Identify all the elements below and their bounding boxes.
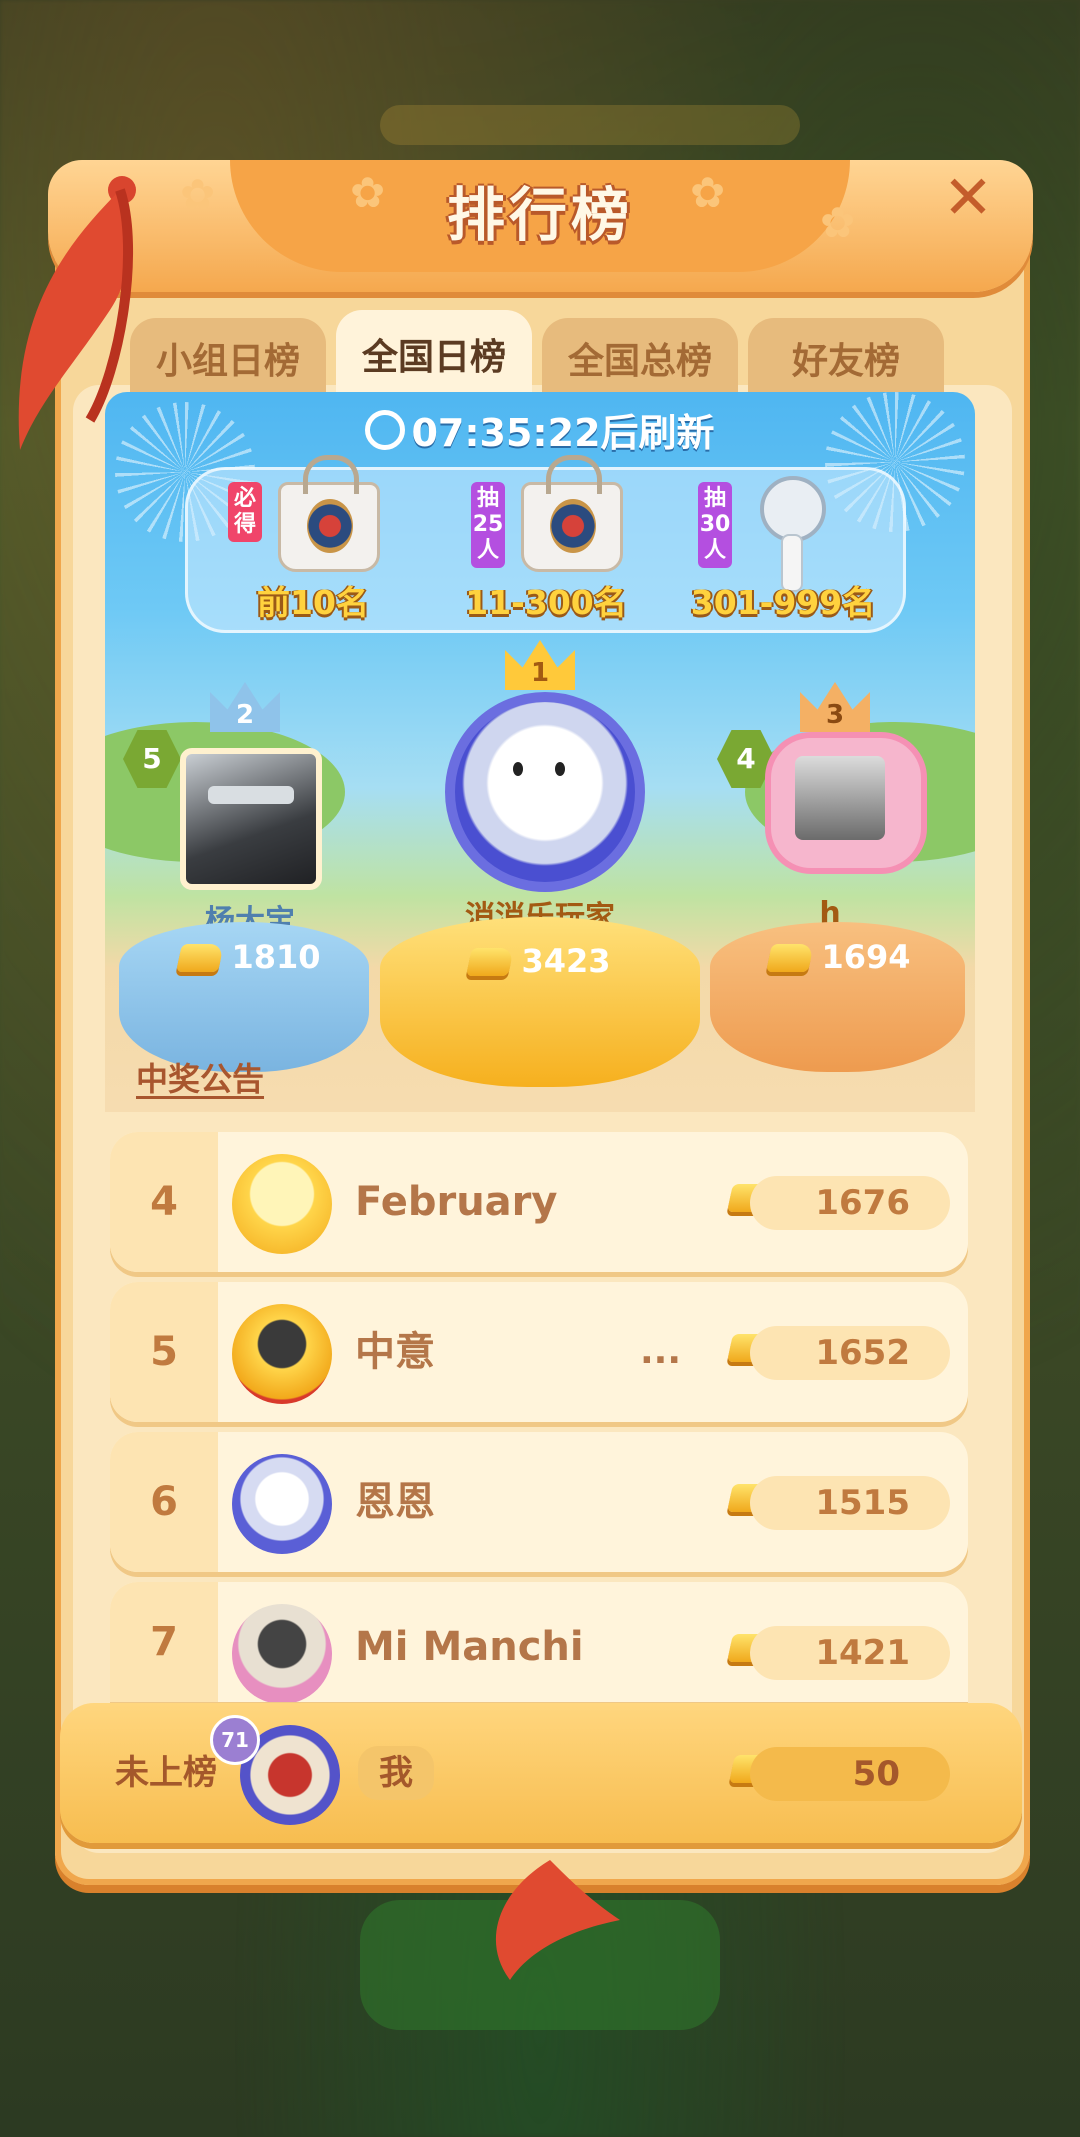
list-item[interactable]: 7 Mi Manchi 1421 xyxy=(110,1582,968,1702)
name-ellipsis: ... xyxy=(640,1331,682,1372)
prize-tier-11-300: 抽25人 11-300名 xyxy=(441,455,651,630)
list-item[interactable]: 6 恩恩 1515 xyxy=(110,1432,968,1572)
rank-number: 6 xyxy=(110,1432,218,1572)
rank-number: 5 xyxy=(110,1282,218,1422)
background-banner xyxy=(380,105,800,145)
rank-number: 7 xyxy=(110,1582,218,1702)
bag-icon xyxy=(521,455,623,572)
player-score: 1421 xyxy=(750,1626,950,1680)
rank-3-avatar[interactable] xyxy=(765,732,927,874)
podium-stage: 07:35:22后刷新 必得 前10名 抽25人 11-300名 抽30人 30… xyxy=(105,392,975,1112)
leaderboard-list: 4 February 1676 5 中意 ... 1652 6 恩恩 1515 … xyxy=(110,1132,968,1712)
my-name: 我 xyxy=(358,1746,434,1800)
avatar xyxy=(232,1454,332,1554)
prize-badge: 抽25人 xyxy=(471,482,505,568)
player-name: Mi Manchi xyxy=(355,1624,584,1670)
player-name: 中意 xyxy=(355,1329,435,1375)
rank-3-crown-icon: 3 xyxy=(795,682,875,732)
rank-1-avatar[interactable] xyxy=(445,692,645,892)
clock-icon xyxy=(365,410,406,450)
winner-announcement-link[interactable]: 中奖公告 xyxy=(136,1054,264,1100)
rank-2-avatar[interactable] xyxy=(180,748,322,890)
avatar xyxy=(232,1304,332,1404)
fan-icon xyxy=(760,476,826,542)
prize-panel[interactable]: 必得 前10名 抽25人 11-300名 抽30人 301-999名 xyxy=(185,455,906,633)
close-icon[interactable]: ✕ xyxy=(938,168,998,228)
my-rank-label: 未上榜 xyxy=(115,1753,217,1793)
player-score: 1515 xyxy=(750,1476,950,1530)
rank-2-crown-icon: 2 xyxy=(205,682,285,732)
refresh-time: 07:35:22 xyxy=(411,411,601,455)
prize-tier-301-999: 抽30人 301-999名 xyxy=(668,470,898,630)
refresh-timer: 07:35:22后刷新 xyxy=(105,402,975,457)
player-score: 1676 xyxy=(750,1176,950,1230)
player-name: February xyxy=(355,1179,558,1225)
rank-1-score: 3423 xyxy=(405,942,675,980)
avatar xyxy=(232,1154,332,1254)
bag-icon xyxy=(278,455,380,572)
my-rank-row[interactable]: 未上榜 71 我 50 xyxy=(60,1703,1022,1843)
refresh-suffix: 后刷新 xyxy=(600,411,715,455)
prize-label: 前10名 xyxy=(257,583,369,622)
prize-badge: 必得 xyxy=(228,482,262,542)
list-item[interactable]: 4 February 1676 xyxy=(110,1132,968,1272)
prize-tier-top10: 必得 前10名 xyxy=(208,455,418,630)
avatar xyxy=(232,1604,332,1702)
gold-bar-icon xyxy=(766,944,815,972)
list-item[interactable]: 5 中意 ... 1652 xyxy=(110,1282,968,1422)
prize-badge: 抽30人 xyxy=(698,482,732,568)
tab-friends[interactable]: 好友榜 xyxy=(748,318,944,398)
rank-2-score: 1810 xyxy=(135,938,365,976)
player-score: 1652 xyxy=(750,1326,950,1380)
my-score: 50 xyxy=(750,1747,950,1801)
gold-bar-icon xyxy=(176,944,225,972)
leaderboard-tabs: 小组日榜 全国日榜 全国总榜 好友榜 xyxy=(130,310,944,398)
tab-national-total[interactable]: 全国总榜 xyxy=(542,318,738,398)
gold-bar-icon xyxy=(466,948,515,976)
tab-group-daily[interactable]: 小组日榜 xyxy=(130,318,326,398)
my-level-badge: 71 xyxy=(210,1715,260,1765)
tab-national-daily[interactable]: 全国日榜 xyxy=(336,310,532,398)
bottom-ribbon-icon xyxy=(495,1860,620,1980)
rank-number: 4 xyxy=(110,1132,218,1272)
prize-label: 301-999名 xyxy=(690,583,876,622)
prize-label: 11-300名 xyxy=(465,583,627,622)
player-name: 恩恩 xyxy=(355,1479,435,1525)
rank-3-score: 1694 xyxy=(725,938,955,976)
rank-1-crown-icon: 1 xyxy=(500,640,580,690)
dialog-title: 排行榜 xyxy=(446,181,633,249)
